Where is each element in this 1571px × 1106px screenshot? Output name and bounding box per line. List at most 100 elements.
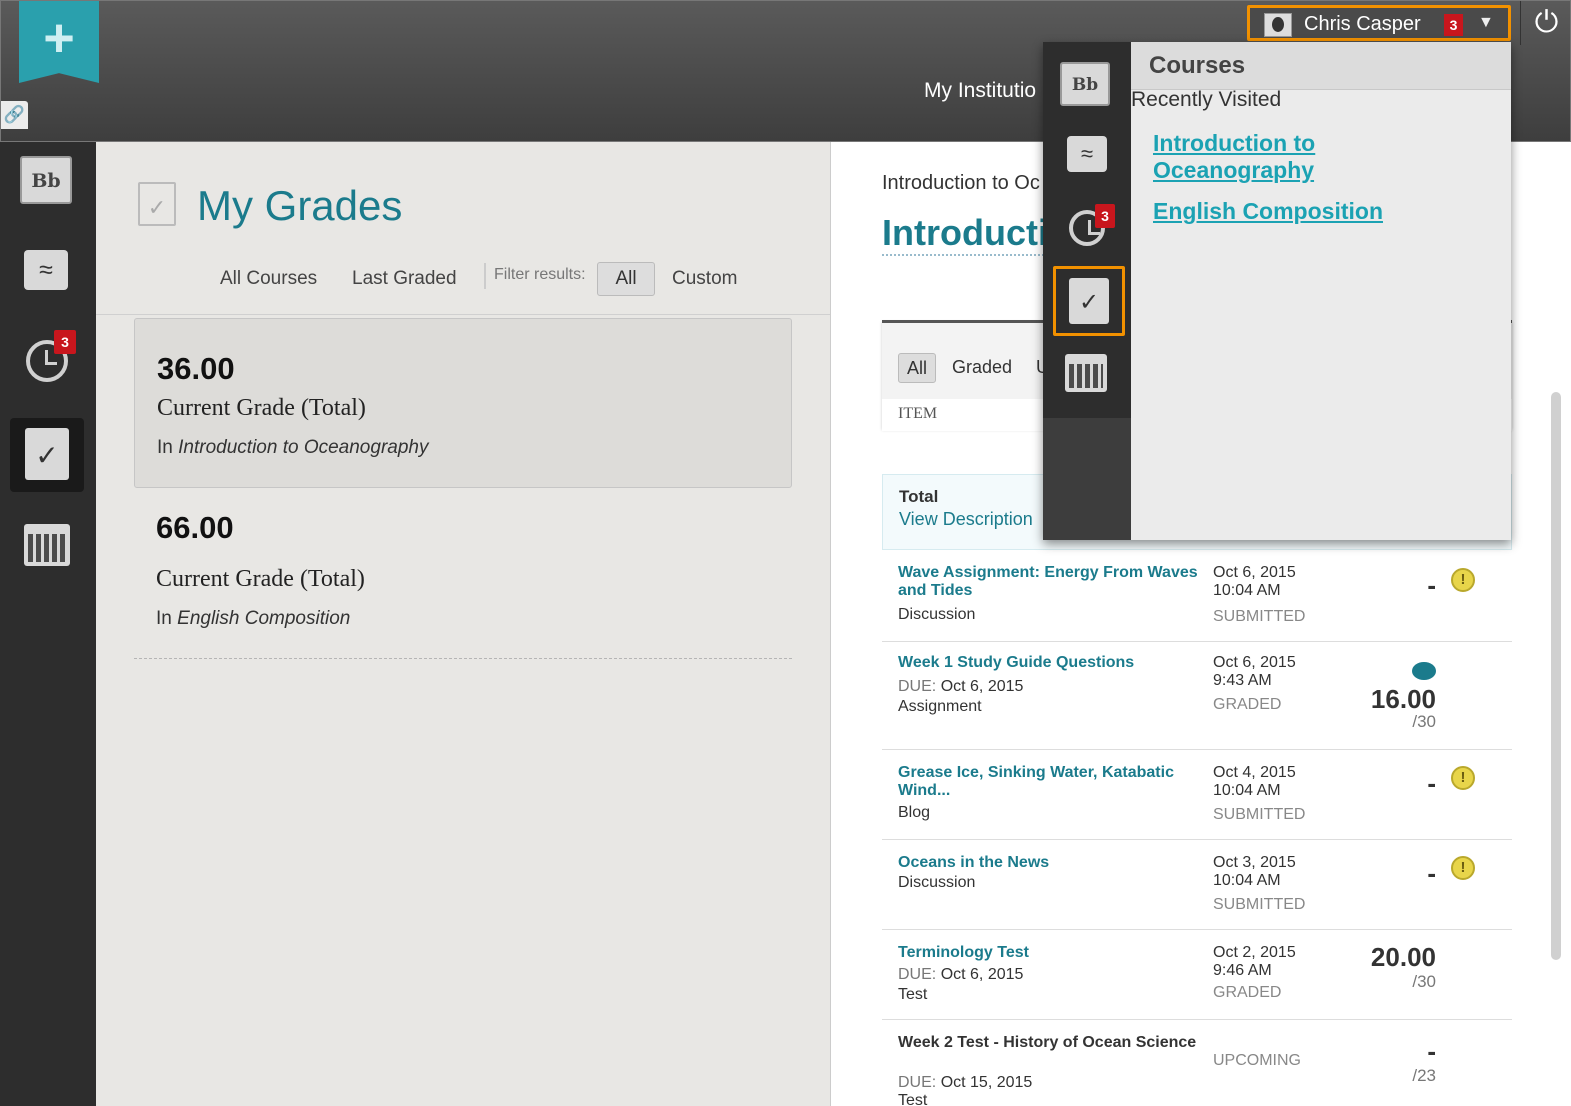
item-status: SUBMITTED (1213, 896, 1306, 913)
grade-course: In Introduction to Oceanography (157, 437, 429, 458)
course-link-oceanography[interactable]: Introduction to Oceanography (1153, 130, 1353, 184)
item-type: Test (898, 1092, 928, 1106)
bb-home-icon[interactable]: Bb (1060, 62, 1110, 106)
plus-icon: + (43, 8, 75, 68)
item-title[interactable]: Terminology Test (898, 944, 1198, 962)
rail-item-grades[interactable]: ✓ (10, 418, 84, 492)
page-title: My Grades (197, 182, 403, 229)
item-date: Oct 2, 2015 9:46 AM (1213, 944, 1296, 979)
courses-heading: Courses (1131, 42, 1511, 90)
filter-graded-button[interactable]: Graded (952, 357, 1012, 378)
institution-title: My Institutio (924, 79, 1037, 102)
grades-page-icon: ✓ (138, 182, 176, 226)
rail-item-home[interactable]: Bb (10, 142, 84, 216)
item-date: Oct 4, 2015 10:04 AM (1213, 764, 1296, 799)
warning-icon: ! (1451, 856, 1475, 880)
grade-score: 36.00 (157, 351, 235, 386)
item-grade: - (1427, 858, 1436, 888)
grade-label: Current Grade (Total) (157, 395, 366, 421)
total-label: Total (899, 487, 939, 506)
filter-divider (484, 263, 486, 289)
grade-item-row[interactable]: Grease Ice, Sinking Water, Katabatic Win… (882, 750, 1512, 840)
divider (134, 658, 792, 659)
item-title[interactable]: Oceans in the News (898, 854, 1198, 872)
grade-card[interactable]: 36.00 Current Grade (Total) In Introduct… (134, 318, 792, 488)
sort-all-courses[interactable]: All Courses (220, 268, 317, 290)
item-points-possible: /30 (1412, 972, 1436, 991)
user-name: Chris Casper (1304, 13, 1421, 35)
grade-item-row[interactable]: Terminology Test DUE: Oct 6, 2015 Test O… (882, 930, 1512, 1020)
grade-item-row[interactable]: Week 2 Test - History of Ocean Science D… (882, 1020, 1512, 1106)
recently-visited-label: Recently Visited (1131, 88, 1282, 111)
item-type: Test (898, 986, 928, 1003)
item-grade: - (1427, 768, 1436, 798)
grade-item-row[interactable]: Wave Assignment: Energy From Waves and T… (882, 552, 1512, 642)
chevron-down-icon: ▼ (1478, 14, 1494, 31)
item-title[interactable]: Wave Assignment: Energy From Waves and T… (898, 564, 1198, 600)
view-description-link[interactable]: View Description (899, 509, 1033, 530)
item-due: DUE: Oct 6, 2015 (898, 678, 1024, 695)
filter-all-button[interactable]: All (898, 353, 936, 383)
grade-item-row[interactable]: Week 1 Study Guide Questions DUE: Oct 6,… (882, 642, 1512, 750)
item-grade: - (1427, 1036, 1436, 1066)
waves-icon[interactable]: ≈ (1067, 136, 1107, 172)
filter-all-button[interactable]: All (597, 262, 655, 296)
warning-icon: ! (1451, 568, 1475, 592)
item-grade: 20.00 (1370, 942, 1436, 972)
calendar-icon[interactable] (1065, 354, 1107, 392)
feedback-bubble-icon[interactable] (1412, 662, 1436, 680)
bb-home-icon: Bb (20, 156, 72, 204)
add-tab-button[interactable]: + (19, 1, 99, 83)
item-type: Assignment (898, 698, 982, 715)
due-badge: 3 (54, 330, 76, 354)
item-points-possible: /30 (1412, 712, 1436, 731)
rail-item-due-dates[interactable]: 3 (10, 326, 84, 400)
my-grades-panel: ✓ My Grades All Courses Last Graded Filt… (96, 142, 830, 1106)
item-status: UPCOMING (1213, 1052, 1301, 1069)
link-icon[interactable]: 🔗 (1, 101, 28, 129)
item-date: Oct 6, 2015 9:43 AM (1213, 654, 1296, 689)
item-due: DUE: Oct 15, 2015 (898, 1074, 1033, 1091)
warning-icon: ! (1451, 766, 1475, 790)
item-type: Blog (898, 804, 931, 821)
grades-highlight (1053, 266, 1125, 336)
rail-item-calendar[interactable] (10, 510, 84, 584)
waves-icon: ≈ (24, 250, 68, 290)
item-date: Oct 3, 2015 10:04 AM (1213, 854, 1296, 889)
dropdown-rail-footer (1043, 418, 1131, 540)
course-title[interactable]: Introducti (882, 212, 1048, 256)
item-grade: 16.00 (1370, 684, 1436, 714)
grades-icon: ✓ (25, 428, 69, 480)
grade-course: In English Composition (156, 608, 351, 629)
scrollbar[interactable] (1551, 392, 1561, 960)
grade-filters: All Courses Last Graded Filter results: … (96, 260, 830, 316)
user-menu-button[interactable]: Chris Casper 3 ▼ (1247, 5, 1511, 41)
power-icon[interactable]: ⏻ (1520, 1, 1571, 45)
item-type: Discussion (898, 606, 976, 623)
grade-label: Current Grade (Total) (156, 566, 365, 592)
item-status: GRADED (1213, 984, 1282, 1001)
item-status: SUBMITTED (1213, 806, 1306, 823)
breadcrumb: Introduction to Oc (882, 172, 1040, 194)
item-grade: - (1427, 570, 1436, 600)
due-badge: 3 (1095, 204, 1115, 228)
filter-results-label: Filter results: (494, 266, 586, 283)
avatar (1264, 13, 1292, 37)
item-title[interactable]: Week 1 Study Guide Questions (898, 654, 1198, 672)
item-title[interactable]: Week 2 Test - History of Ocean Science (898, 1034, 1198, 1052)
grade-score: 66.00 (156, 510, 234, 545)
user-dropdown-menu: Bb ≈ 3 ✓ Courses Recently Visited Introd… (1043, 42, 1511, 540)
course-link-english-composition[interactable]: English Composition (1153, 198, 1383, 225)
rail-item-streams[interactable]: ≈ (10, 234, 84, 308)
item-status: GRADED (1213, 696, 1282, 713)
divider (96, 314, 830, 315)
courses-panel: Courses Recently Visited Introduction to… (1131, 42, 1511, 540)
item-type: Discussion (898, 874, 976, 891)
grade-item-row[interactable]: Oceans in the News Discussion Oct 3, 201… (882, 840, 1512, 930)
item-title[interactable]: Grease Ice, Sinking Water, Katabatic Win… (898, 764, 1198, 800)
filter-custom-button[interactable]: Custom (672, 268, 737, 290)
sort-last-graded[interactable]: Last Graded (352, 268, 457, 290)
grade-card[interactable]: 66.00 Current Grade (Total) In English C… (134, 492, 792, 642)
item-date: Oct 6, 2015 10:04 AM (1213, 564, 1296, 599)
item-due: DUE: Oct 6, 2015 (898, 966, 1024, 983)
